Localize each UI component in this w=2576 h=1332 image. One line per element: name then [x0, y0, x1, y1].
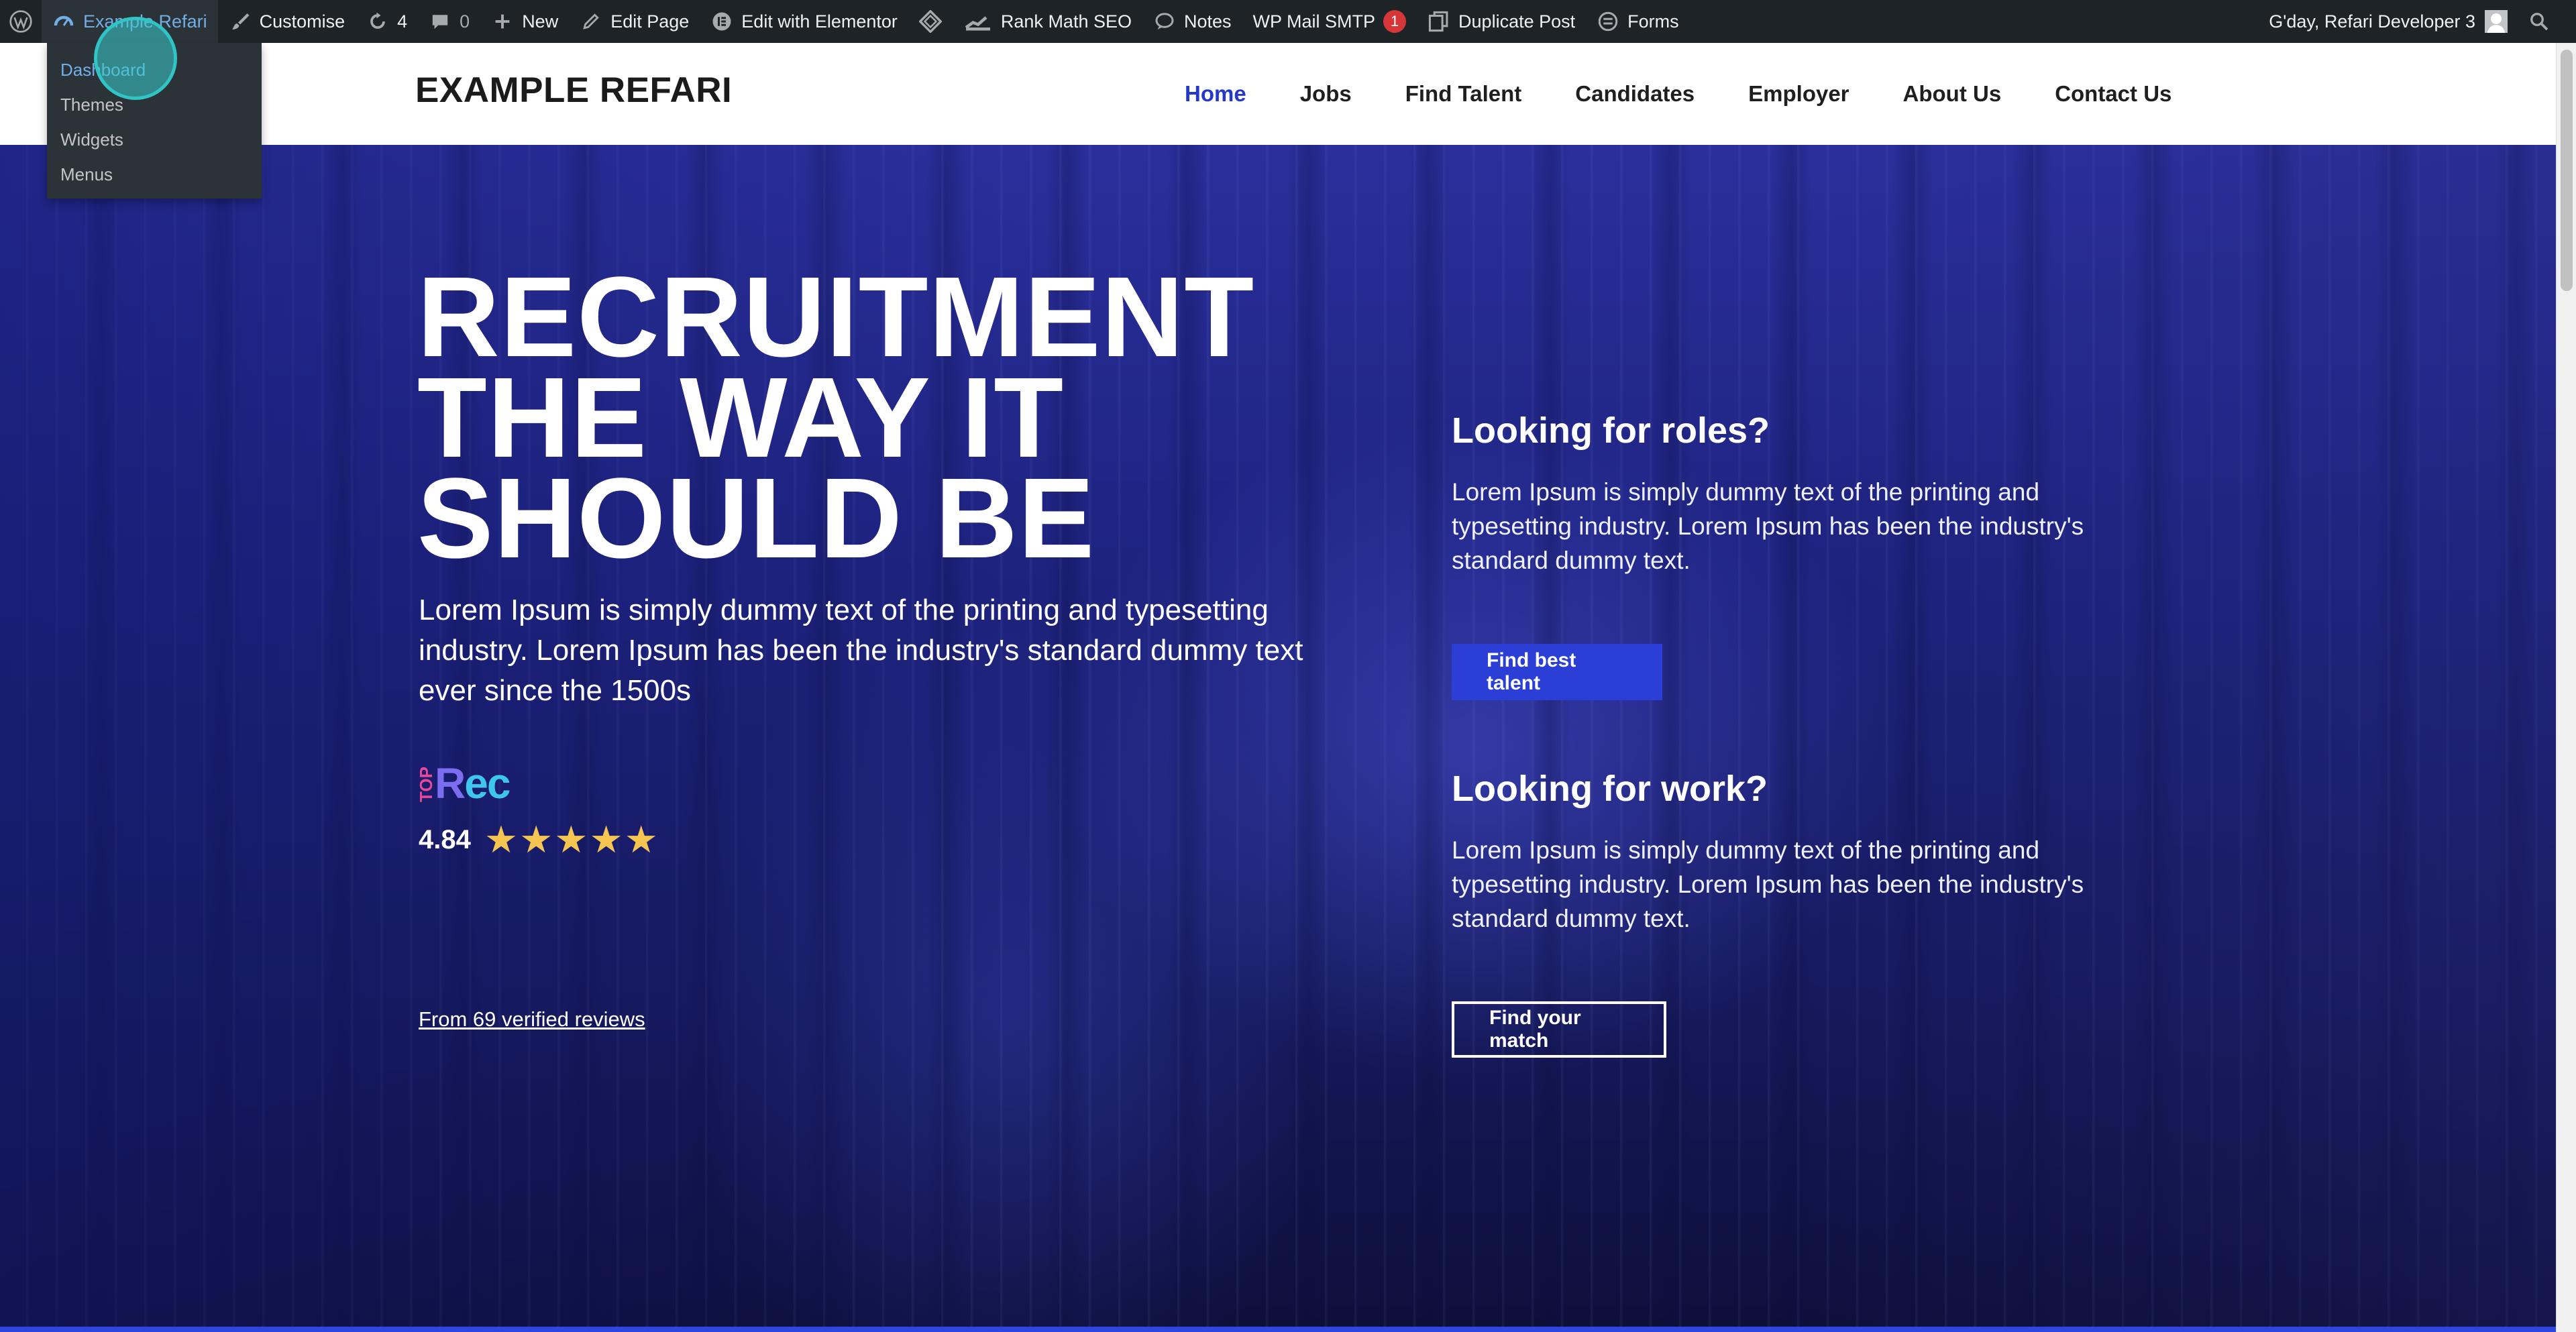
- nav-item-jobs[interactable]: Jobs: [1300, 81, 1352, 107]
- dropdown-item-dashboard[interactable]: Dashboard: [47, 52, 262, 87]
- hero-bottom-accent: [0, 1327, 2556, 1332]
- hero-subtitle: Lorem Ipsum is simply dummy text of the …: [419, 594, 1303, 707]
- dropdown-item-themes[interactable]: Themes: [47, 87, 262, 122]
- notification-badge: 1: [1383, 10, 1407, 33]
- hero-section: RECRUITMENT THE WAY IT SHOULD BE Lorem I…: [0, 145, 2556, 1332]
- star-icon: ★: [589, 818, 623, 861]
- edit-with-elementor-label: Edit with Elementor: [741, 11, 898, 32]
- comments-button[interactable]: 0: [418, 0, 480, 43]
- dropdown-item-menus[interactable]: Menus: [47, 157, 262, 192]
- nav-item-home[interactable]: Home: [1185, 81, 1246, 107]
- toprec-top-text: TOP: [416, 767, 436, 802]
- avatar: [2485, 10, 2508, 33]
- elementor-icon: [710, 10, 733, 33]
- customise-label: Customise: [259, 11, 345, 32]
- roles-title: Looking for roles?: [1452, 410, 1770, 451]
- pencil-icon: [580, 10, 602, 33]
- rank-math-label: Rank Math SEO: [1000, 11, 1132, 32]
- duplicate-post-button[interactable]: Duplicate Post: [1417, 0, 1586, 43]
- updates-button[interactable]: 4: [356, 0, 418, 43]
- headline-line-1: RECRUITMENT: [417, 254, 1255, 381]
- wordpress-logo-button[interactable]: [0, 0, 42, 43]
- headline-line-2: THE WAY IT: [417, 354, 1065, 482]
- rating-stars: ★ ★ ★ ★ ★: [484, 821, 659, 858]
- admin-search-button[interactable]: [2514, 0, 2576, 43]
- new-content-button[interactable]: New: [480, 0, 569, 43]
- nav-item-contact-us[interactable]: Contact Us: [2055, 81, 2171, 107]
- wp-mail-smtp-button[interactable]: WP Mail SMTP 1: [1242, 0, 1417, 43]
- site-name-menu[interactable]: Example Refari: [42, 0, 218, 43]
- admin-bar-right: G'day, Refari Developer 3: [2258, 0, 2576, 43]
- diamond-plugin-button[interactable]: [908, 0, 953, 43]
- edit-page-button[interactable]: Edit Page: [569, 0, 700, 43]
- notes-button[interactable]: Notes: [1142, 0, 1242, 43]
- edit-with-elementor-button[interactable]: Edit with Elementor: [700, 0, 908, 43]
- forms-icon: [1597, 10, 1619, 33]
- nav-item-find-talent[interactable]: Find Talent: [1405, 81, 1522, 107]
- edit-page-label: Edit Page: [610, 11, 690, 32]
- hero-headline: RECRUITMENT THE WAY IT SHOULD BE: [417, 254, 1356, 582]
- toprec-logo: TOP Rec: [416, 759, 511, 808]
- nav-item-candidates[interactable]: Candidates: [1575, 81, 1695, 107]
- notes-label: Notes: [1183, 11, 1232, 32]
- rank-math-seo-button[interactable]: Rank Math SEO: [953, 0, 1142, 43]
- work-panel: Looking for work? Lorem Ipsum is simply …: [1452, 767, 2123, 936]
- rating-score: 4.84: [419, 824, 471, 854]
- nav-item-employer[interactable]: Employer: [1748, 81, 1849, 107]
- find-best-talent-button[interactable]: Find best talent: [1452, 644, 1662, 700]
- plus-icon: [491, 10, 514, 33]
- updates-refresh-icon: [366, 10, 389, 33]
- site-header: EXAMPLE REFARI Home Jobs Find Talent Can…: [0, 43, 2556, 145]
- greeting-label: G'day, Refari Developer 3: [2269, 11, 2475, 32]
- work-body: Lorem Ipsum is simply dummy text of the …: [1452, 836, 2084, 932]
- customise-button[interactable]: Customise: [218, 0, 356, 43]
- star-icon: ★: [554, 818, 588, 861]
- page-scrollbar[interactable]: [2556, 43, 2576, 1332]
- site-logo[interactable]: EXAMPLE REFARI: [415, 70, 732, 111]
- duplicate-post-label: Duplicate Post: [1458, 11, 1576, 32]
- roles-body: Lorem Ipsum is simply dummy text of the …: [1452, 478, 2084, 574]
- nav-item-about-us[interactable]: About Us: [1903, 81, 2002, 107]
- updates-count: 4: [397, 11, 408, 32]
- roles-panel: Looking for roles? Lorem Ipsum is simply…: [1452, 409, 2123, 577]
- rating-row: 4.84 ★ ★ ★ ★ ★: [419, 821, 659, 858]
- star-icon: ★: [519, 818, 553, 861]
- new-label: New: [522, 11, 559, 32]
- find-your-match-button[interactable]: Find your match: [1452, 1001, 1666, 1058]
- diamond-icon: [918, 10, 942, 33]
- wp-admin-bar: Example Refari Customise 4 0 New Edit Pa…: [0, 0, 2576, 43]
- toprec-rec-text: Rec: [435, 759, 511, 808]
- wp-mail-smtp-label: WP Mail SMTP: [1252, 11, 1376, 32]
- my-account-menu[interactable]: G'day, Refari Developer 3: [2258, 0, 2514, 43]
- wordpress-icon: [9, 10, 32, 33]
- comment-bubble-icon: [429, 10, 451, 33]
- paintbrush-icon: [229, 10, 252, 33]
- scrollbar-thumb[interactable]: [2561, 50, 2573, 291]
- search-icon: [2528, 10, 2551, 33]
- verified-reviews-link[interactable]: From 69 verified reviews: [419, 1007, 645, 1032]
- forms-label: Forms: [1627, 11, 1679, 32]
- work-title: Looking for work?: [1452, 769, 1768, 809]
- main-nav: Home Jobs Find Talent Candidates Employe…: [1185, 43, 2171, 145]
- comments-count: 0: [460, 11, 470, 32]
- headline-line-3: SHOULD BE: [417, 455, 1095, 582]
- star-icon: ★: [624, 818, 658, 861]
- star-icon: ★: [484, 818, 519, 861]
- speech-bubble-icon: [1153, 10, 1176, 33]
- site-name-dropdown: Dashboard Themes Widgets Menus: [47, 43, 262, 199]
- forms-button[interactable]: Forms: [1586, 0, 1690, 43]
- duplicate-icon: [1428, 10, 1450, 33]
- dashboard-gauge-icon: [52, 10, 75, 33]
- site-name-label: Example Refari: [83, 11, 207, 32]
- rank-math-chart-icon: [963, 10, 993, 33]
- dropdown-item-widgets[interactable]: Widgets: [47, 122, 262, 157]
